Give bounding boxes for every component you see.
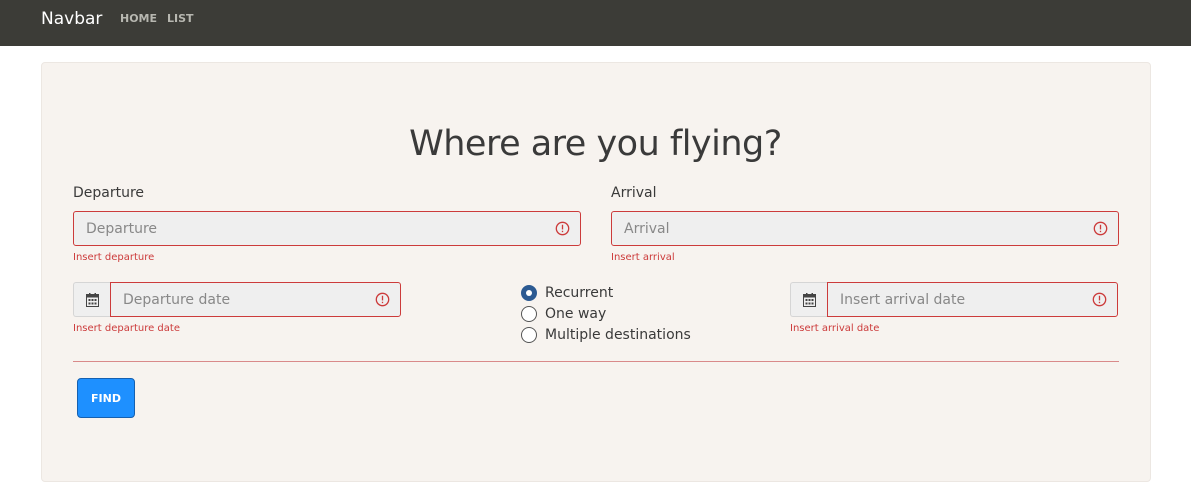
arrival-input[interactable] (612, 212, 1118, 245)
nav-link-home[interactable]: HOME (120, 12, 157, 25)
calendar-icon (803, 293, 816, 307)
radio-label-one-way: One way (545, 306, 607, 322)
departure-label: Departure (73, 185, 145, 201)
radio-recurrent[interactable]: Recurrent (521, 284, 613, 302)
form-divider (73, 361, 1119, 362)
nav-link-list[interactable]: LIST (167, 12, 194, 25)
arrival-date-input[interactable] (828, 283, 1117, 316)
navbar-brand[interactable]: Navbar (41, 9, 102, 29)
departure-input[interactable] (74, 212, 580, 245)
calendar-icon (86, 293, 99, 307)
departure-date-field (110, 282, 401, 317)
find-button[interactable]: FIND (77, 378, 135, 418)
page-title: Where are you flying? (409, 124, 782, 164)
radio-button[interactable] (521, 327, 537, 343)
radio-label-recurrent: Recurrent (545, 285, 614, 301)
alert-circle-icon (375, 292, 390, 307)
departure-calendar-button[interactable] (73, 282, 111, 317)
alert-circle-icon (1092, 292, 1107, 307)
alert-circle-icon (555, 221, 570, 236)
arrival-date-error: Insert arrival date (790, 323, 880, 334)
radio-button[interactable] (521, 306, 537, 322)
departure-date-input[interactable] (111, 283, 400, 316)
arrival-label: Arrival (611, 185, 657, 201)
arrival-error: Insert arrival (611, 252, 675, 263)
radio-one-way[interactable]: One way (521, 305, 606, 323)
alert-circle-icon (1093, 221, 1108, 236)
arrival-date-field (827, 282, 1118, 317)
departure-field (73, 211, 581, 246)
radio-label-multiple-destinations: Multiple destinations (545, 327, 691, 343)
departure-date-error: Insert departure date (73, 323, 180, 334)
departure-error: Insert departure (73, 252, 155, 263)
arrival-calendar-button[interactable] (790, 282, 828, 317)
radio-button-checked[interactable] (521, 285, 537, 301)
radio-multiple-destinations[interactable]: Multiple destinations (521, 326, 691, 344)
arrival-field (611, 211, 1119, 246)
navbar: Navbar HOME LIST (0, 0, 1191, 46)
